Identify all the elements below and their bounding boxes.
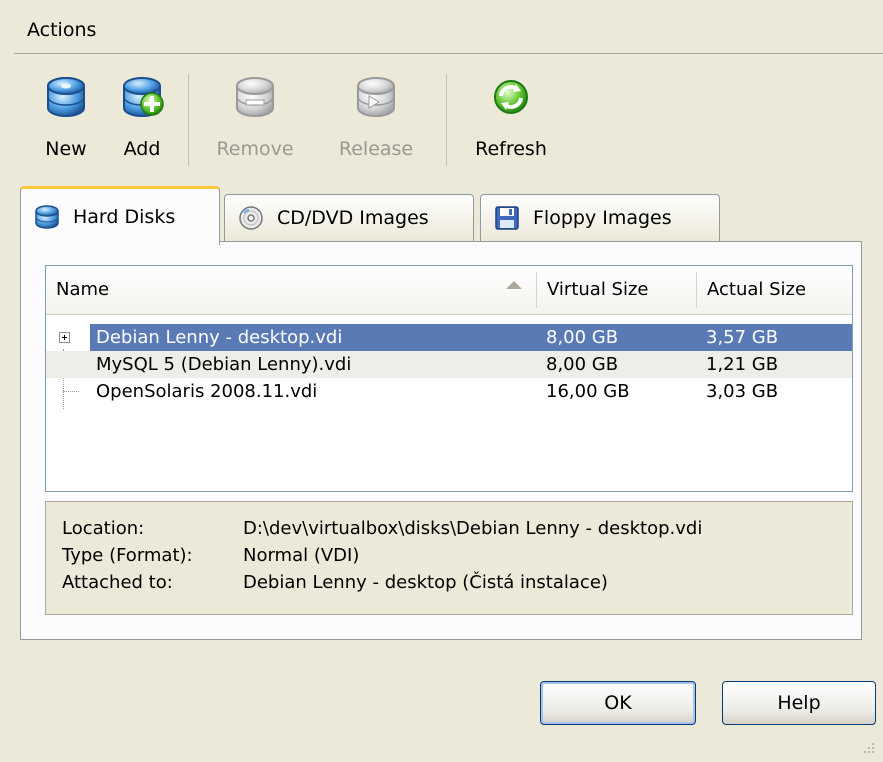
toolbar-separator <box>188 74 189 166</box>
tab-cd-dvd-images[interactable]: CD/DVD Images <box>224 194 474 241</box>
disk-info-panel: Location: D:\dev\virtualbox\disks\Debian… <box>45 501 853 615</box>
column-header-actual-size-label: Actual Size <box>707 279 807 300</box>
column-header-name[interactable]: Name <box>46 266 536 314</box>
tab-hard-disks-label: Hard Disks <box>73 206 176 228</box>
menubar: Actions <box>0 0 883 54</box>
tab-floppy-images-label: Floppy Images <box>533 207 672 229</box>
add-label: Add <box>123 138 161 160</box>
attached-value: Debian Lenny - desktop (Čistá instalace) <box>243 572 608 593</box>
new-disk-icon <box>47 77 85 117</box>
ok-button[interactable]: OK <box>540 681 696 725</box>
menu-actions[interactable]: Actions <box>27 19 96 41</box>
release-disk-icon <box>357 77 395 117</box>
row-virtual-size: 16,00 GB <box>546 381 630 402</box>
row-actual-size: 1,21 GB <box>706 354 779 375</box>
column-header-actual-size[interactable]: Actual Size <box>697 266 852 314</box>
row-virtual-size: 8,00 GB <box>546 327 619 348</box>
help-button-label: Help <box>777 692 821 714</box>
row-name: Debian Lenny - desktop.vdi <box>96 327 343 348</box>
tab-hard-disks[interactable]: Hard Disks <box>20 186 220 245</box>
release-label: Release <box>338 138 414 160</box>
tab-panel-hard-disks: Name Virtual Size Actual Size Debian Len… <box>20 241 862 640</box>
row-name: OpenSolaris 2008.11.vdi <box>96 381 318 402</box>
new-button[interactable]: New <box>36 74 96 174</box>
add-disk-icon <box>123 77 164 117</box>
row-actual-size: 3,57 GB <box>706 327 779 348</box>
add-button[interactable]: Add <box>112 74 172 174</box>
floppy-icon <box>495 206 519 230</box>
table-row[interactable]: Debian Lenny - desktop.vdi 8,00 GB 3,57 … <box>46 324 852 351</box>
remove-label: Remove <box>216 138 294 160</box>
hard-disk-icon <box>35 205 59 229</box>
toolbar-separator <box>446 74 447 166</box>
row-actual-size: 3,03 GB <box>706 381 779 402</box>
toolbar: New Add Remove Release Refresh <box>0 64 883 174</box>
remove-disk-icon <box>236 77 274 117</box>
row-virtual-size: 8,00 GB <box>546 354 619 375</box>
help-button[interactable]: Help <box>722 681 876 725</box>
sort-ascending-icon <box>506 281 522 289</box>
attached-label: Attached to: <box>62 572 173 593</box>
type-label: Type (Format): <box>62 545 193 566</box>
table-row[interactable]: MySQL 5 (Debian Lenny).vdi 8,00 GB 1,21 … <box>46 351 852 378</box>
table-header: Name Virtual Size Actual Size <box>46 266 852 315</box>
location-label: Location: <box>62 518 145 539</box>
tab-cd-dvd-images-label: CD/DVD Images <box>277 207 429 229</box>
tab-floppy-images[interactable]: Floppy Images <box>480 194 720 241</box>
column-header-virtual-size-label: Virtual Size <box>547 279 649 300</box>
column-header-virtual-size[interactable]: Virtual Size <box>537 266 696 314</box>
column-header-name-label: Name <box>56 279 110 300</box>
new-label: New <box>45 138 87 160</box>
menu-actions-label: Actions <box>27 19 97 41</box>
cd-icon <box>239 206 263 230</box>
expand-icon[interactable] <box>59 332 70 343</box>
refresh-button[interactable]: Refresh <box>466 74 556 174</box>
hard-disk-table: Name Virtual Size Actual Size Debian Len… <box>45 265 853 492</box>
refresh-icon <box>494 80 528 114</box>
row-name: MySQL 5 (Debian Lenny).vdi <box>96 354 352 375</box>
ok-button-label: OK <box>604 692 632 714</box>
resize-grip-icon[interactable] <box>863 742 875 754</box>
location-value: D:\dev\virtualbox\disks\Debian Lenny - d… <box>243 518 703 539</box>
refresh-label: Refresh <box>475 138 547 160</box>
tab-bar: Hard Disks CD/DVD Images Floppy Images <box>20 186 860 245</box>
release-button[interactable]: Release <box>330 74 422 174</box>
type-value: Normal (VDI) <box>243 545 360 566</box>
table-row[interactable]: OpenSolaris 2008.11.vdi 16,00 GB 3,03 GB <box>46 378 852 405</box>
menubar-divider <box>14 53 883 54</box>
remove-button[interactable]: Remove <box>210 74 300 174</box>
